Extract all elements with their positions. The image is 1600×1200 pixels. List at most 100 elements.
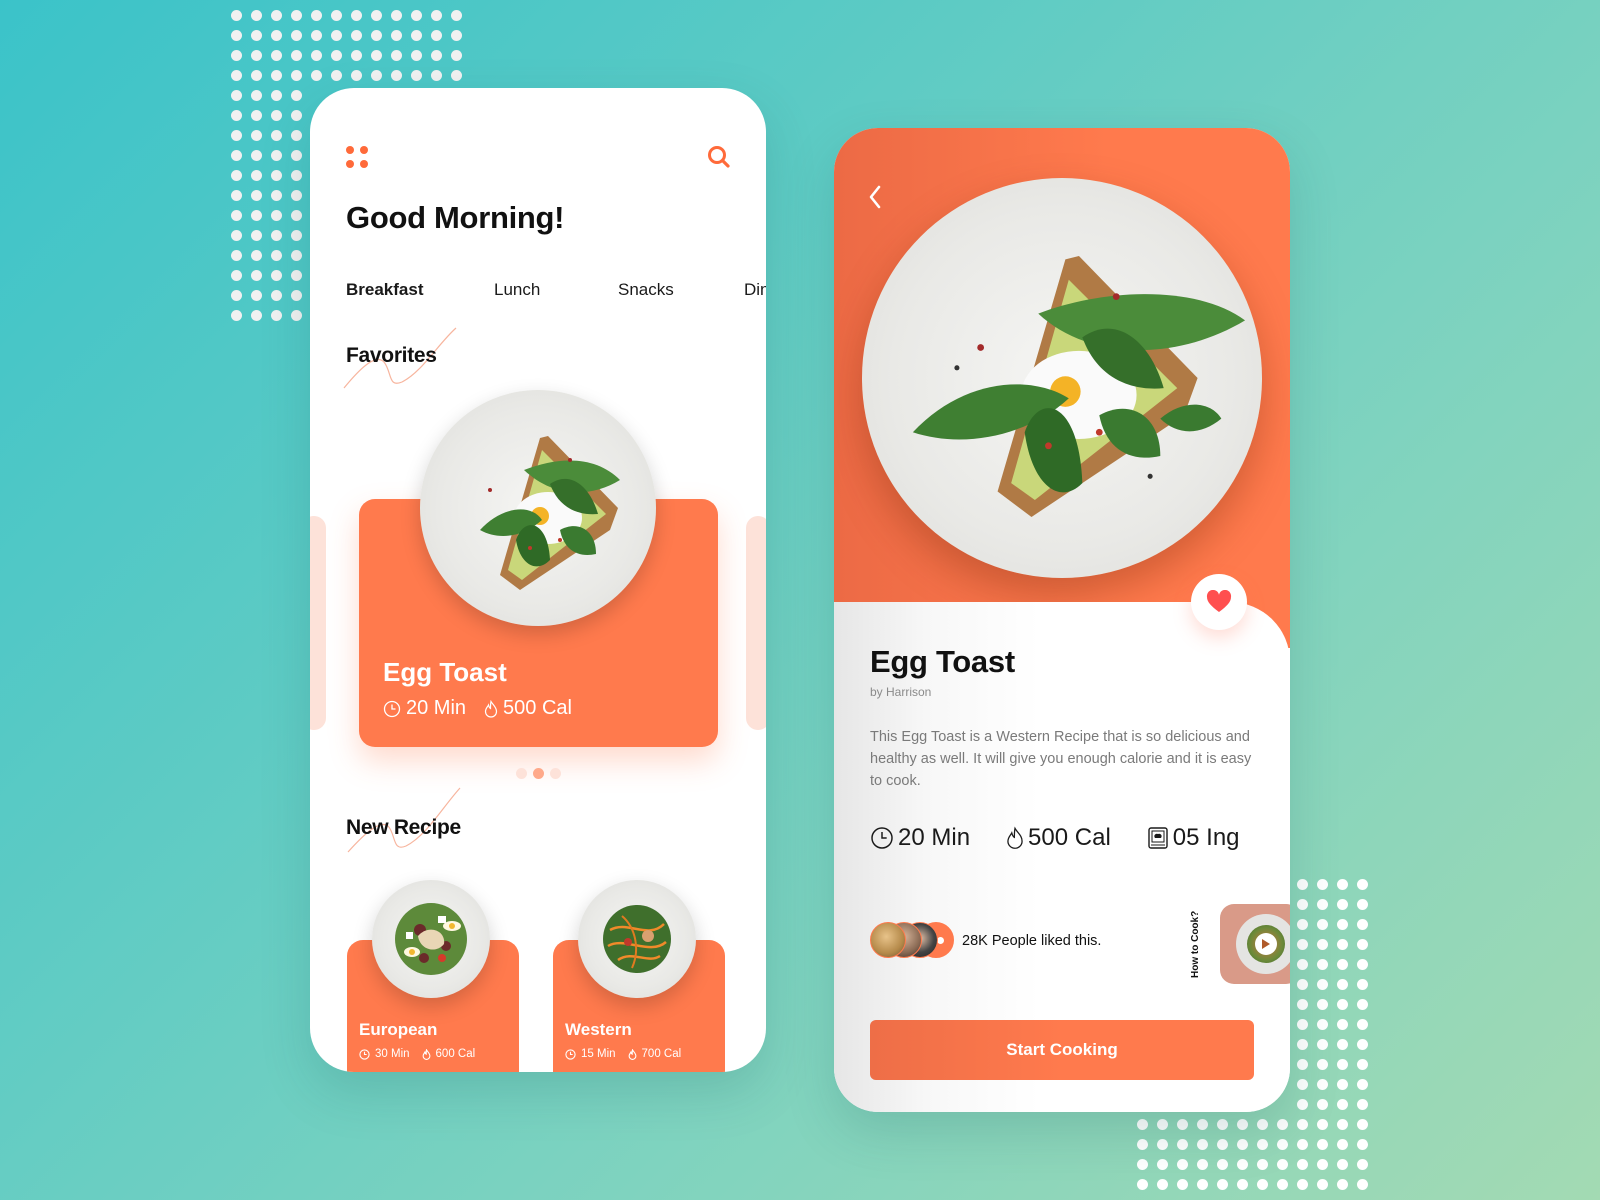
decorative-dot [1317,1159,1328,1170]
decorative-dot [231,150,242,161]
decorative-dot [291,70,302,81]
decorative-dot [391,10,402,21]
decorative-dot [411,10,422,21]
decorative-dot [1337,1079,1348,1090]
decorative-dot [231,110,242,121]
stat-ingredients: 05 Ing [1172,824,1240,851]
clock-icon [565,1048,576,1060]
recipe-name: European [359,1020,438,1039]
decorative-dot [1297,1059,1308,1070]
decorative-dot [371,70,382,81]
decorative-dot [371,50,382,61]
decorative-dot [331,10,342,21]
western-salad-image [578,880,696,998]
decorative-dot [1337,1119,1348,1130]
carousel-dot[interactable] [516,768,527,779]
decorative-dot [1297,959,1308,970]
decorative-dot [1357,1099,1368,1110]
decorative-dot [1297,899,1308,910]
decorative-dot [411,50,422,61]
decorative-dot [291,150,302,161]
recipe-time: 30 Min [375,1048,410,1060]
search-icon[interactable] [706,144,732,170]
grid-dots-icon[interactable] [346,146,370,170]
start-cooking-button[interactable]: Start Cooking [870,1020,1254,1080]
decorative-dot [291,250,302,261]
stat-calories: 500 Cal [1028,824,1111,851]
decorative-dot [251,130,262,141]
decorative-dot [291,310,302,321]
decorative-dot [331,30,342,41]
carousel-dot-active[interactable] [533,768,544,779]
carousel-indicator [516,768,561,779]
recipe-name: Western [565,1020,632,1039]
decorative-dot [1297,979,1308,990]
tab-breakfast[interactable]: Breakfast [346,280,424,300]
decorative-dot [231,90,242,101]
decorative-dot [311,30,322,41]
carousel-dot[interactable] [550,768,561,779]
decorative-dot [251,250,262,261]
european-salad-image [372,880,490,998]
recipe-detail-screen: Egg Toast by Harrison This Egg Toast is … [834,128,1290,1112]
play-icon [1262,939,1270,949]
decorative-dot [1357,979,1368,990]
liker-avatars[interactable] [870,922,954,960]
decorative-dot [271,250,282,261]
chevron-left-icon[interactable] [864,182,888,212]
how-to-cook-video[interactable] [1220,904,1290,984]
tab-snacks[interactable]: Snacks [618,280,674,300]
decorative-dot [1357,1119,1368,1130]
decorative-dot [1317,1139,1328,1150]
decorative-dot [231,310,242,321]
likes-row: 28K People liked this. [870,922,1101,960]
decorative-dot [391,50,402,61]
decorative-dot [291,10,302,21]
flame-icon [422,1048,430,1060]
tab-dinner[interactable]: Dinner [744,280,766,300]
next-card-peek[interactable] [746,516,766,730]
decorative-dot [251,210,262,221]
decorative-dot [231,70,242,81]
decorative-dot [1297,1019,1308,1030]
decorative-dot [271,30,282,41]
decorative-dot [231,30,242,41]
decorative-dot [1137,1139,1148,1150]
avatar [870,922,906,958]
decorative-dot [1217,1139,1228,1150]
favorites-heading: Favorites [346,344,437,367]
decorative-dot [271,310,282,321]
decorative-dot [291,50,302,61]
decorative-dot [231,290,242,301]
decorative-dot [271,70,282,81]
decorative-dot [1337,979,1348,990]
heart-icon [1206,590,1232,612]
decorative-dot [271,270,282,281]
decorative-dot [271,230,282,241]
favorite-button[interactable] [1191,574,1247,630]
decorative-dot [451,50,462,61]
decorative-dot [1357,1139,1368,1150]
prev-card-peek[interactable] [310,516,326,730]
decorative-dot [251,110,262,121]
decorative-dot [1277,1119,1288,1130]
decorative-dot [1337,1019,1348,1030]
recipe-time: 15 Min [581,1048,616,1060]
decorative-dot [251,290,262,301]
decorative-dot [231,230,242,241]
decorative-dot [1337,939,1348,950]
decorative-dot [1357,879,1368,890]
decorative-dot [1237,1179,1248,1190]
decorative-dot [1137,1179,1148,1190]
decorative-dot [1197,1179,1208,1190]
decorative-dot [271,170,282,181]
tab-lunch[interactable]: Lunch [494,280,540,300]
decorative-dot [1357,1159,1368,1170]
decorative-dot [411,70,422,81]
decorative-dot [251,70,262,81]
decorative-dot [1317,1039,1328,1050]
decorative-dot [1197,1139,1208,1150]
decorative-dot [1137,1119,1148,1130]
decorative-dot [1357,1179,1368,1190]
recipe-description: This Egg Toast is a Western Recipe that … [870,729,1252,789]
